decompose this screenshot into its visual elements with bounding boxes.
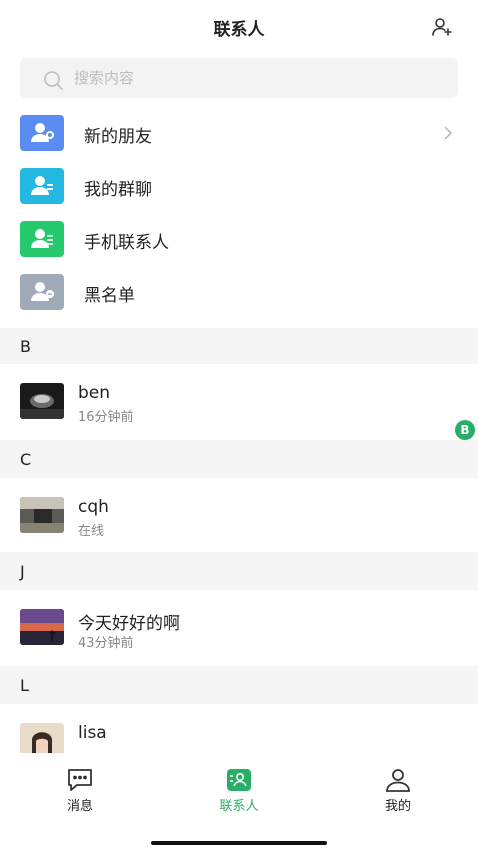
contact-row-cqh[interactable]: cqh 在线 <box>0 478 478 552</box>
alphabet-index-badge: B <box>455 420 475 440</box>
page-title: 联系人 <box>213 20 265 40</box>
quick-item-new-friends[interactable]: 新的朋友 <box>0 112 478 164</box>
contact-status: 43分钟前 <box>78 636 134 651</box>
chat-bubble-icon <box>68 769 92 791</box>
section-letter: L <box>20 676 29 695</box>
avatar <box>20 609 64 645</box>
contact-name: lisa <box>78 723 107 743</box>
top-bar: 联系人 <box>0 0 478 52</box>
contact-status: 16分钟前 <box>78 410 134 425</box>
quick-item-phone-contacts[interactable]: 手机联系人 <box>0 218 478 270</box>
person-icon <box>386 769 410 792</box>
bottom-tab-bar: 消息 联系人 我的 <box>0 753 478 850</box>
phone-contacts-icon <box>20 221 64 257</box>
contact-name: ben <box>78 383 111 403</box>
contact-name: 今天好好的啊 <box>78 614 180 634</box>
contact-row-jintian[interactable]: 今天好好的啊 43分钟前 <box>0 590 478 666</box>
tab-contacts[interactable]: 联系人 <box>179 753 299 814</box>
contact-name: cqh <box>78 497 109 517</box>
contact-status: 在线 <box>78 524 105 539</box>
tab-label: 我的 <box>384 799 411 814</box>
avatar <box>20 723 64 753</box>
quick-item-label: 我的群聊 <box>84 180 152 200</box>
quick-item-label: 黑名单 <box>84 286 135 306</box>
section-header-j: J <box>0 552 478 590</box>
contact-row-ben[interactable]: ben 16分钟前 <box>0 364 478 440</box>
search-bar[interactable] <box>20 58 458 98</box>
section-letter: B <box>20 337 31 356</box>
quick-item-group-chat[interactable]: 我的群聊 <box>0 165 478 217</box>
chevron-right-icon <box>444 126 453 140</box>
quick-item-blacklist[interactable]: 黑名单 <box>0 271 478 323</box>
section-letter: C <box>20 450 32 469</box>
section-header-b: B <box>0 328 478 364</box>
blacklist-icon <box>20 274 64 310</box>
contact-row-lisa[interactable]: lisa <box>0 704 478 753</box>
group-chat-icon <box>20 168 64 204</box>
search-input[interactable] <box>74 58 434 98</box>
section-header-l: L <box>0 666 478 704</box>
quick-item-label: 新的朋友 <box>84 127 152 147</box>
tab-label: 联系人 <box>219 799 259 814</box>
tab-label: 消息 <box>66 799 93 814</box>
tab-me[interactable]: 我的 <box>338 753 458 814</box>
contacts-icon <box>227 769 251 791</box>
avatar <box>20 497 64 533</box>
tab-messages[interactable]: 消息 <box>20 753 140 814</box>
add-user-icon[interactable] <box>430 15 454 39</box>
home-indicator <box>151 841 327 845</box>
new-friends-icon <box>20 115 64 151</box>
section-header-c: C <box>0 440 478 478</box>
search-icon <box>44 71 63 90</box>
section-letter: J <box>20 562 25 581</box>
avatar <box>20 383 64 419</box>
quick-item-label: 手机联系人 <box>84 233 169 253</box>
